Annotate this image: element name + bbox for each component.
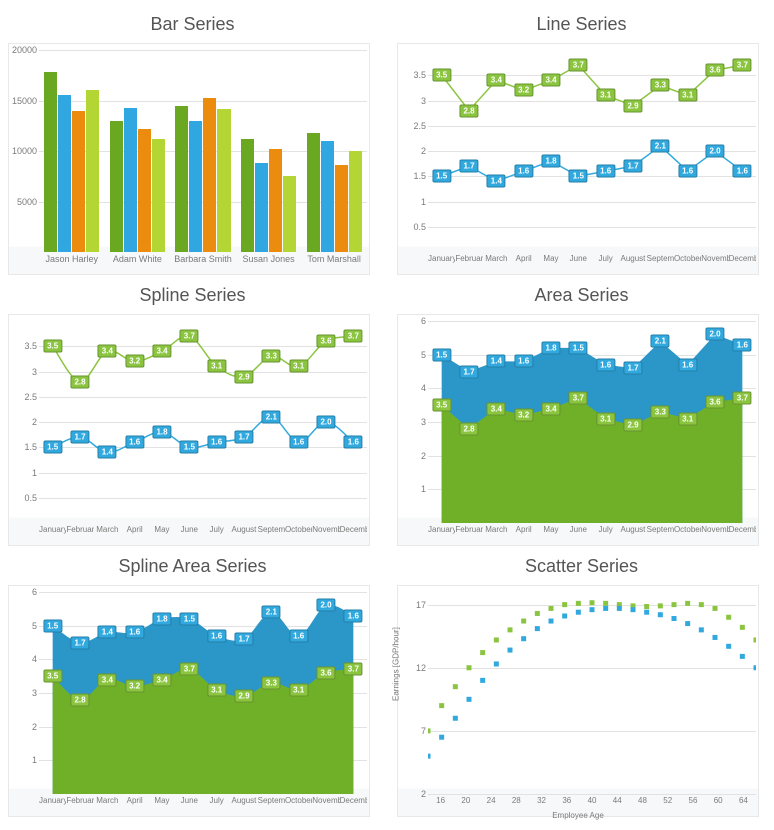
- cell-area: Area Series 3.52.83.43.23.43.73.12.93.33…: [397, 279, 766, 546]
- title-spline-area: Spline Area Series: [8, 556, 377, 577]
- title-scatter: Scatter Series: [397, 556, 766, 577]
- cell-spline: Spline Series 3.52.83.43.23.43.73.12.93.…: [8, 279, 377, 546]
- chart-grid: Bar Series 5000100001500020000Jason Harl…: [8, 8, 766, 817]
- title-bar: Bar Series: [8, 14, 377, 35]
- chart-spline: 3.52.83.43.23.43.73.12.93.33.13.63.71.51…: [8, 314, 370, 546]
- chart-line: 3.52.83.43.23.43.73.12.93.33.13.63.71.51…: [397, 43, 759, 275]
- chart-scatter: 27121716202428323640444852566064Employee…: [397, 585, 759, 817]
- chart-area: 3.52.83.43.23.43.73.12.93.33.13.63.71.51…: [397, 314, 759, 546]
- cell-scatter: Scatter Series 2712171620242832364044485…: [397, 550, 766, 817]
- cell-bar: Bar Series 5000100001500020000Jason Harl…: [8, 8, 377, 275]
- cell-line: Line Series 3.52.83.43.23.43.73.12.93.33…: [397, 8, 766, 275]
- title-spline: Spline Series: [8, 285, 377, 306]
- cell-spline-area: Spline Area Series 3.52.83.43.23.43.73.1…: [8, 550, 377, 817]
- title-line: Line Series: [397, 14, 766, 35]
- chart-spline-area: 3.52.83.43.23.43.73.12.93.33.13.63.71.51…: [8, 585, 370, 817]
- chart-bar: 5000100001500020000Jason HarleyAdam Whit…: [8, 43, 370, 275]
- title-area: Area Series: [397, 285, 766, 306]
